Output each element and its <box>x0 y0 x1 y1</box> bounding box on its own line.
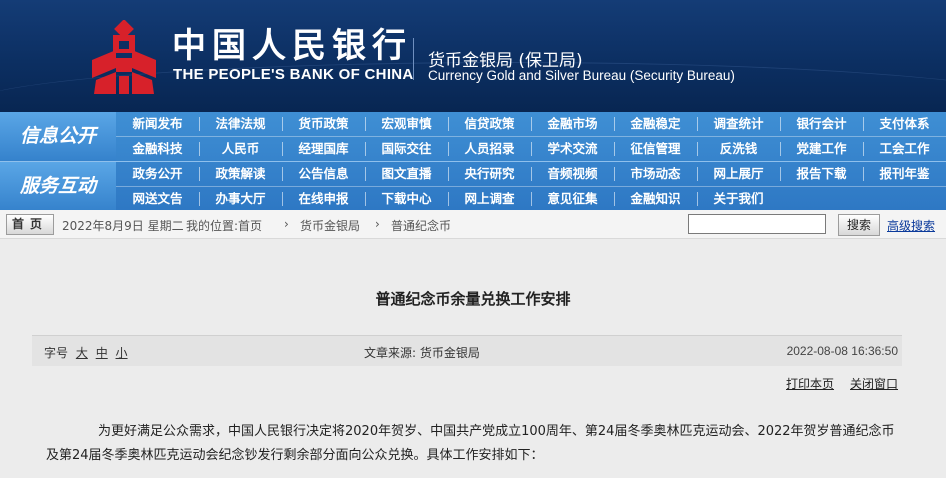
nav-item[interactable]: 市场动态 <box>614 162 697 186</box>
nav-item[interactable]: 人员招录 <box>448 137 531 161</box>
nav-item[interactable]: 办事大厅 <box>199 187 282 211</box>
nav-item[interactable]: 在线申报 <box>282 187 365 211</box>
nav-item[interactable]: 央行研究 <box>448 162 531 186</box>
nav-row: 政务公开 政策解读 公告信息 图文直播 央行研究 音频视频 市场动态 网上展厅 … <box>116 162 946 186</box>
nav-item[interactable]: 意见征集 <box>531 187 614 211</box>
article-title: 普通纪念币余量兑换工作安排 <box>375 290 571 308</box>
nav-item[interactable]: 网上调查 <box>448 187 531 211</box>
nav-item[interactable]: 国际交往 <box>365 137 448 161</box>
nav-item[interactable]: 银行会计 <box>780 112 863 136</box>
nav-item[interactable]: 下载中心 <box>365 187 448 211</box>
nav-section-title-info[interactable]: 信息公开 <box>0 112 116 161</box>
nav-item[interactable]: 政务公开 <box>116 162 199 186</box>
nav-item[interactable]: 网上展厅 <box>697 162 780 186</box>
nav-item[interactable]: 公告信息 <box>282 162 365 186</box>
nav-item[interactable]: 金融稳定 <box>614 112 697 136</box>
font-medium-link[interactable]: 中 <box>96 346 108 360</box>
nav-section-service: 服务互动 政务公开 政策解读 公告信息 图文直播 央行研究 音频视频 市场动态 … <box>0 161 946 211</box>
nav-item[interactable]: 征信管理 <box>614 137 697 161</box>
breadcrumb-separator: › <box>284 217 289 231</box>
nav-item[interactable]: 货币政策 <box>282 112 365 136</box>
breadcrumb-current[interactable]: 普通纪念币 <box>391 217 451 234</box>
pboc-logo-icon <box>92 20 156 94</box>
nav-row: 新闻发布 法律法规 货币政策 宏观审慎 信贷政策 金融市场 金融稳定 调查统计 … <box>116 112 946 136</box>
print-page-link[interactable]: 打印本页 <box>786 375 834 392</box>
nav-item[interactable]: 人民币 <box>199 137 282 161</box>
nav-item[interactable]: 政策解读 <box>199 162 282 186</box>
search-button[interactable]: 搜索 <box>838 214 880 236</box>
header-divider <box>413 38 414 80</box>
breadcrumb-bar: 首页 2022年8月9日 星期二 我的位置:首页 › 货币金银局 › 普通纪念币… <box>0 210 946 239</box>
nav-item[interactable]: 法律法规 <box>199 112 282 136</box>
main-nav: 信息公开 新闻发布 法律法规 货币政策 宏观审慎 信贷政策 金融市场 金融稳定 … <box>0 112 946 211</box>
nav-item[interactable]: 报刊年鉴 <box>863 162 946 186</box>
nav-item[interactable]: 网送文告 <box>116 187 199 211</box>
nav-item[interactable]: 信贷政策 <box>448 112 531 136</box>
bank-name-en: THE PEOPLE'S BANK OF CHINA <box>173 66 414 83</box>
nav-item[interactable]: 调查统计 <box>697 112 780 136</box>
breadcrumb-bureau[interactable]: 货币金银局 <box>300 217 360 234</box>
search-input[interactable] <box>688 214 826 234</box>
nav-item[interactable]: 学术交流 <box>531 137 614 161</box>
font-small-link[interactable]: 小 <box>116 346 128 360</box>
nav-item[interactable]: 反洗钱 <box>697 137 780 161</box>
bank-name-cn: 中国人民银行 <box>172 26 412 66</box>
nav-row: 网送文告 办事大厅 在线申报 下载中心 网上调查 意见征集 金融知识 关于我们 <box>116 187 946 211</box>
nav-item[interactable]: 新闻发布 <box>116 112 199 136</box>
article-paragraph: 为更好满足公众需求，中国人民银行决定将2020年贺岁、中国共产党成立100周年、… <box>46 424 895 463</box>
article-datetime: 2022-08-08 16:36:50 <box>786 344 898 358</box>
font-large-link[interactable]: 大 <box>76 346 88 360</box>
breadcrumb-home[interactable]: 我的位置:首页 <box>186 217 262 234</box>
nav-item[interactable]: 金融知识 <box>614 187 697 211</box>
nav-item[interactable]: 经理国库 <box>282 137 365 161</box>
current-date: 2022年8月9日 星期二 <box>62 219 184 233</box>
article-meta: 字号 大 中 小 文章来源: 货币金银局 2022-08-08 16:36:50 <box>32 335 902 366</box>
breadcrumb-separator: › <box>375 217 380 231</box>
close-window-link[interactable]: 关闭窗口 <box>850 375 898 392</box>
nav-row: 金融科技 人民币 经理国库 国际交往 人员招录 学术交流 征信管理 反洗钱 党建… <box>116 137 946 161</box>
nav-item[interactable]: 关于我们 <box>697 187 780 211</box>
nav-item[interactable]: 党建工作 <box>780 137 863 161</box>
nav-item[interactable]: 图文直播 <box>365 162 448 186</box>
font-size-label: 字号 <box>44 346 69 360</box>
home-button[interactable]: 首页 <box>6 214 54 235</box>
nav-item[interactable]: 金融市场 <box>531 112 614 136</box>
advanced-search-link[interactable]: 高级搜索 <box>887 217 935 234</box>
article-source: 文章来源: 货币金银局 <box>364 346 480 360</box>
nav-item[interactable]: 宏观审慎 <box>365 112 448 136</box>
nav-item[interactable]: 工会工作 <box>863 137 946 161</box>
nav-item[interactable]: 音频视频 <box>531 162 614 186</box>
nav-item[interactable]: 支付体系 <box>863 112 946 136</box>
nav-item[interactable]: 报告下载 <box>780 162 863 186</box>
font-size-control: 字号 大 中 小 <box>44 344 128 361</box>
nav-section-title-service[interactable]: 服务互动 <box>0 162 116 211</box>
bureau-name-en: Currency Gold and Silver Bureau (Securit… <box>428 68 735 83</box>
nav-section-info: 信息公开 新闻发布 法律法规 货币政策 宏观审慎 信贷政策 金融市场 金融稳定 … <box>0 112 946 161</box>
site-header: 中国人民银行 THE PEOPLE'S BANK OF CHINA 货币金银局 … <box>0 0 946 112</box>
nav-item[interactable]: 金融科技 <box>116 137 199 161</box>
